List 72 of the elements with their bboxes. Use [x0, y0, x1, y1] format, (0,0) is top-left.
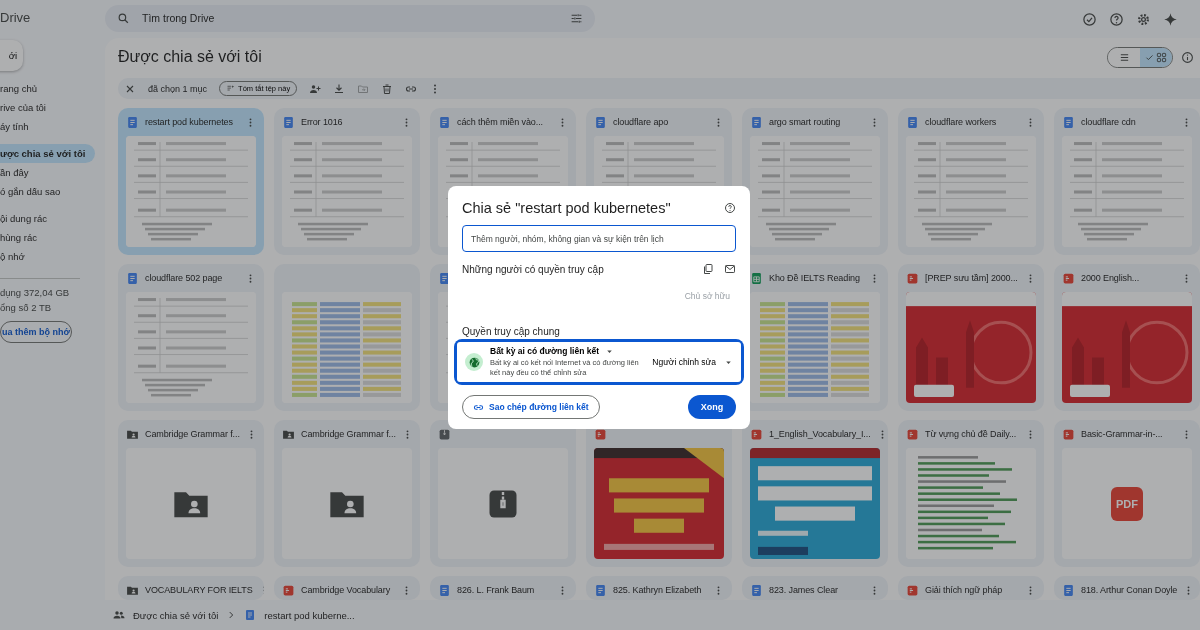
storage-total: ổng số 2 TB — [0, 301, 53, 315]
file-card[interactable]: restart pod kubernetes — [118, 108, 264, 255]
search-field[interactable]: Tìm trong Drive — [140, 11, 560, 25]
sidebar-item[interactable]: áy tính — [0, 117, 95, 136]
buy-storage-button[interactable]: ua thêm bộ nhớ — [0, 321, 72, 343]
role-dropdown[interactable]: Người chỉnh sửa — [652, 357, 733, 367]
file-name: Error 1016 — [301, 117, 344, 127]
file-name: 818. Arthur Conan Doyle — [1081, 585, 1178, 595]
file-card[interactable]: 818. Arthur Conan Doyle — [1054, 576, 1200, 600]
new-button[interactable]: ới — [0, 40, 23, 71]
sidebar-item[interactable]: rang chủ — [0, 79, 95, 98]
owner-role: Chủ sở hữu — [684, 291, 730, 301]
file-card[interactable]: Error 1016 — [274, 108, 420, 255]
file-card[interactable]: cloudflare 502 page — [118, 264, 264, 411]
file-name: Giải thích ngữ pháp — [925, 585, 1004, 595]
sidebar-item[interactable]: ội dung rác — [0, 209, 95, 228]
storage-used: dụng 372,04 GB — [0, 286, 71, 300]
file-card[interactable]: 1_English_Vocabulary_I... — [742, 420, 888, 567]
file-name: cloudflare 502 page — [145, 273, 224, 283]
file-name: cloudflare apo — [613, 117, 670, 127]
file-card[interactable]: 2000 English... — [1054, 264, 1200, 411]
file-name: 826. L. Frank Baum — [457, 585, 536, 595]
file-card[interactable]: cloudflare workers — [898, 108, 1044, 255]
file-name: cloudflare cdn — [1081, 117, 1137, 127]
file-name: cloudflare workers — [925, 117, 998, 127]
file-name: Basic-Grammar-in-... — [1081, 429, 1164, 439]
people-heading: Những người có quyền truy cập — [462, 263, 605, 275]
file-card[interactable]: cloudflare cdn — [1054, 108, 1200, 255]
general-access-heading: Quyền truy cập chung — [462, 326, 561, 337]
file-name: 1_English_Vocabulary_I... — [769, 429, 871, 439]
file-card[interactable]: 823. James Clear — [742, 576, 888, 600]
file-card[interactable]: Cambridge Vocabulary — [274, 576, 420, 600]
file-name: Cambridge Vocabulary — [301, 585, 392, 595]
file-card[interactable]: argo smart routing — [742, 108, 888, 255]
sidebar-item[interactable]: ần đây — [0, 163, 95, 182]
page-title: Được chia sẻ với tôi — [118, 48, 262, 66]
done-button[interactable]: Xong — [688, 395, 736, 419]
file-name: cách thêm miền vào... — [457, 117, 544, 127]
pdf-icon: PDF — [1111, 486, 1143, 521]
search-bar[interactable]: Tìm trong Drive — [105, 4, 595, 32]
file-name: [PREP sưu tầm] 2000... — [925, 273, 1019, 283]
copy-link-button[interactable]: Sao chép đường liên kết — [462, 395, 600, 419]
file-card[interactable]: Giải thích ngữ pháp — [898, 576, 1044, 600]
app-logo: Drive — [0, 9, 32, 27]
file-card[interactable]: VOCABULARY FOR IELTS — [118, 576, 264, 600]
file-name: restart pod kubernetes — [145, 117, 234, 127]
file-name: Kho Đề IELTS Reading — [769, 273, 861, 283]
file-card[interactable]: [PREP sưu tầm] 2000... — [898, 264, 1044, 411]
sidebar-item[interactable]: ó gắn dấu sao — [0, 182, 95, 201]
file-card[interactable]: 825. Kathryn Elizabeth — [586, 576, 732, 600]
file-name: Cambridge Grammar f... — [301, 429, 396, 439]
selection-count: đã chọn 1 mục — [148, 83, 208, 94]
file-name: VOCABULARY FOR IELTS — [145, 585, 253, 595]
file-name: argo smart routing — [769, 117, 842, 127]
sidebar-item[interactable]: ược chia sẻ với tôi — [0, 144, 95, 163]
access-scope-dropdown[interactable]: Bất kỳ ai có đường liên kết — [490, 346, 646, 356]
breadcrumb-item[interactable]: restart pod kuberne... — [264, 609, 355, 621]
file-card[interactable]: Cambridge Grammar f... — [274, 420, 420, 567]
sidebar-item[interactable]: hùng rác — [0, 228, 95, 247]
file-name: 825. Kathryn Elizabeth — [613, 585, 703, 595]
sidebar-item[interactable]: rive của tôi — [0, 98, 95, 117]
file-card[interactable]: Từ vựng chủ đề Daily... — [898, 420, 1044, 567]
file-name: Từ vựng chủ đề Daily... — [925, 429, 1018, 439]
breadcrumb-item[interactable]: Được chia sẻ với tôi — [133, 609, 219, 621]
file-name: 823. James Clear — [769, 585, 839, 595]
file-name: 2000 English... — [1081, 273, 1141, 283]
file-name: Cambridge Grammar f... — [145, 429, 240, 439]
people-input-field[interactable]: Thêm người, nhóm, không gian và sự kiện trên lịch — [462, 225, 736, 252]
sidebar-item[interactable]: ộ nhớ — [0, 247, 95, 266]
file-card[interactable]: 826. L. Frank Baum — [430, 576, 576, 600]
file-card[interactable]: Basic-Grammar-in-... PDF — [1054, 420, 1200, 567]
file-card[interactable]: Cambridge Grammar f... — [118, 420, 264, 567]
